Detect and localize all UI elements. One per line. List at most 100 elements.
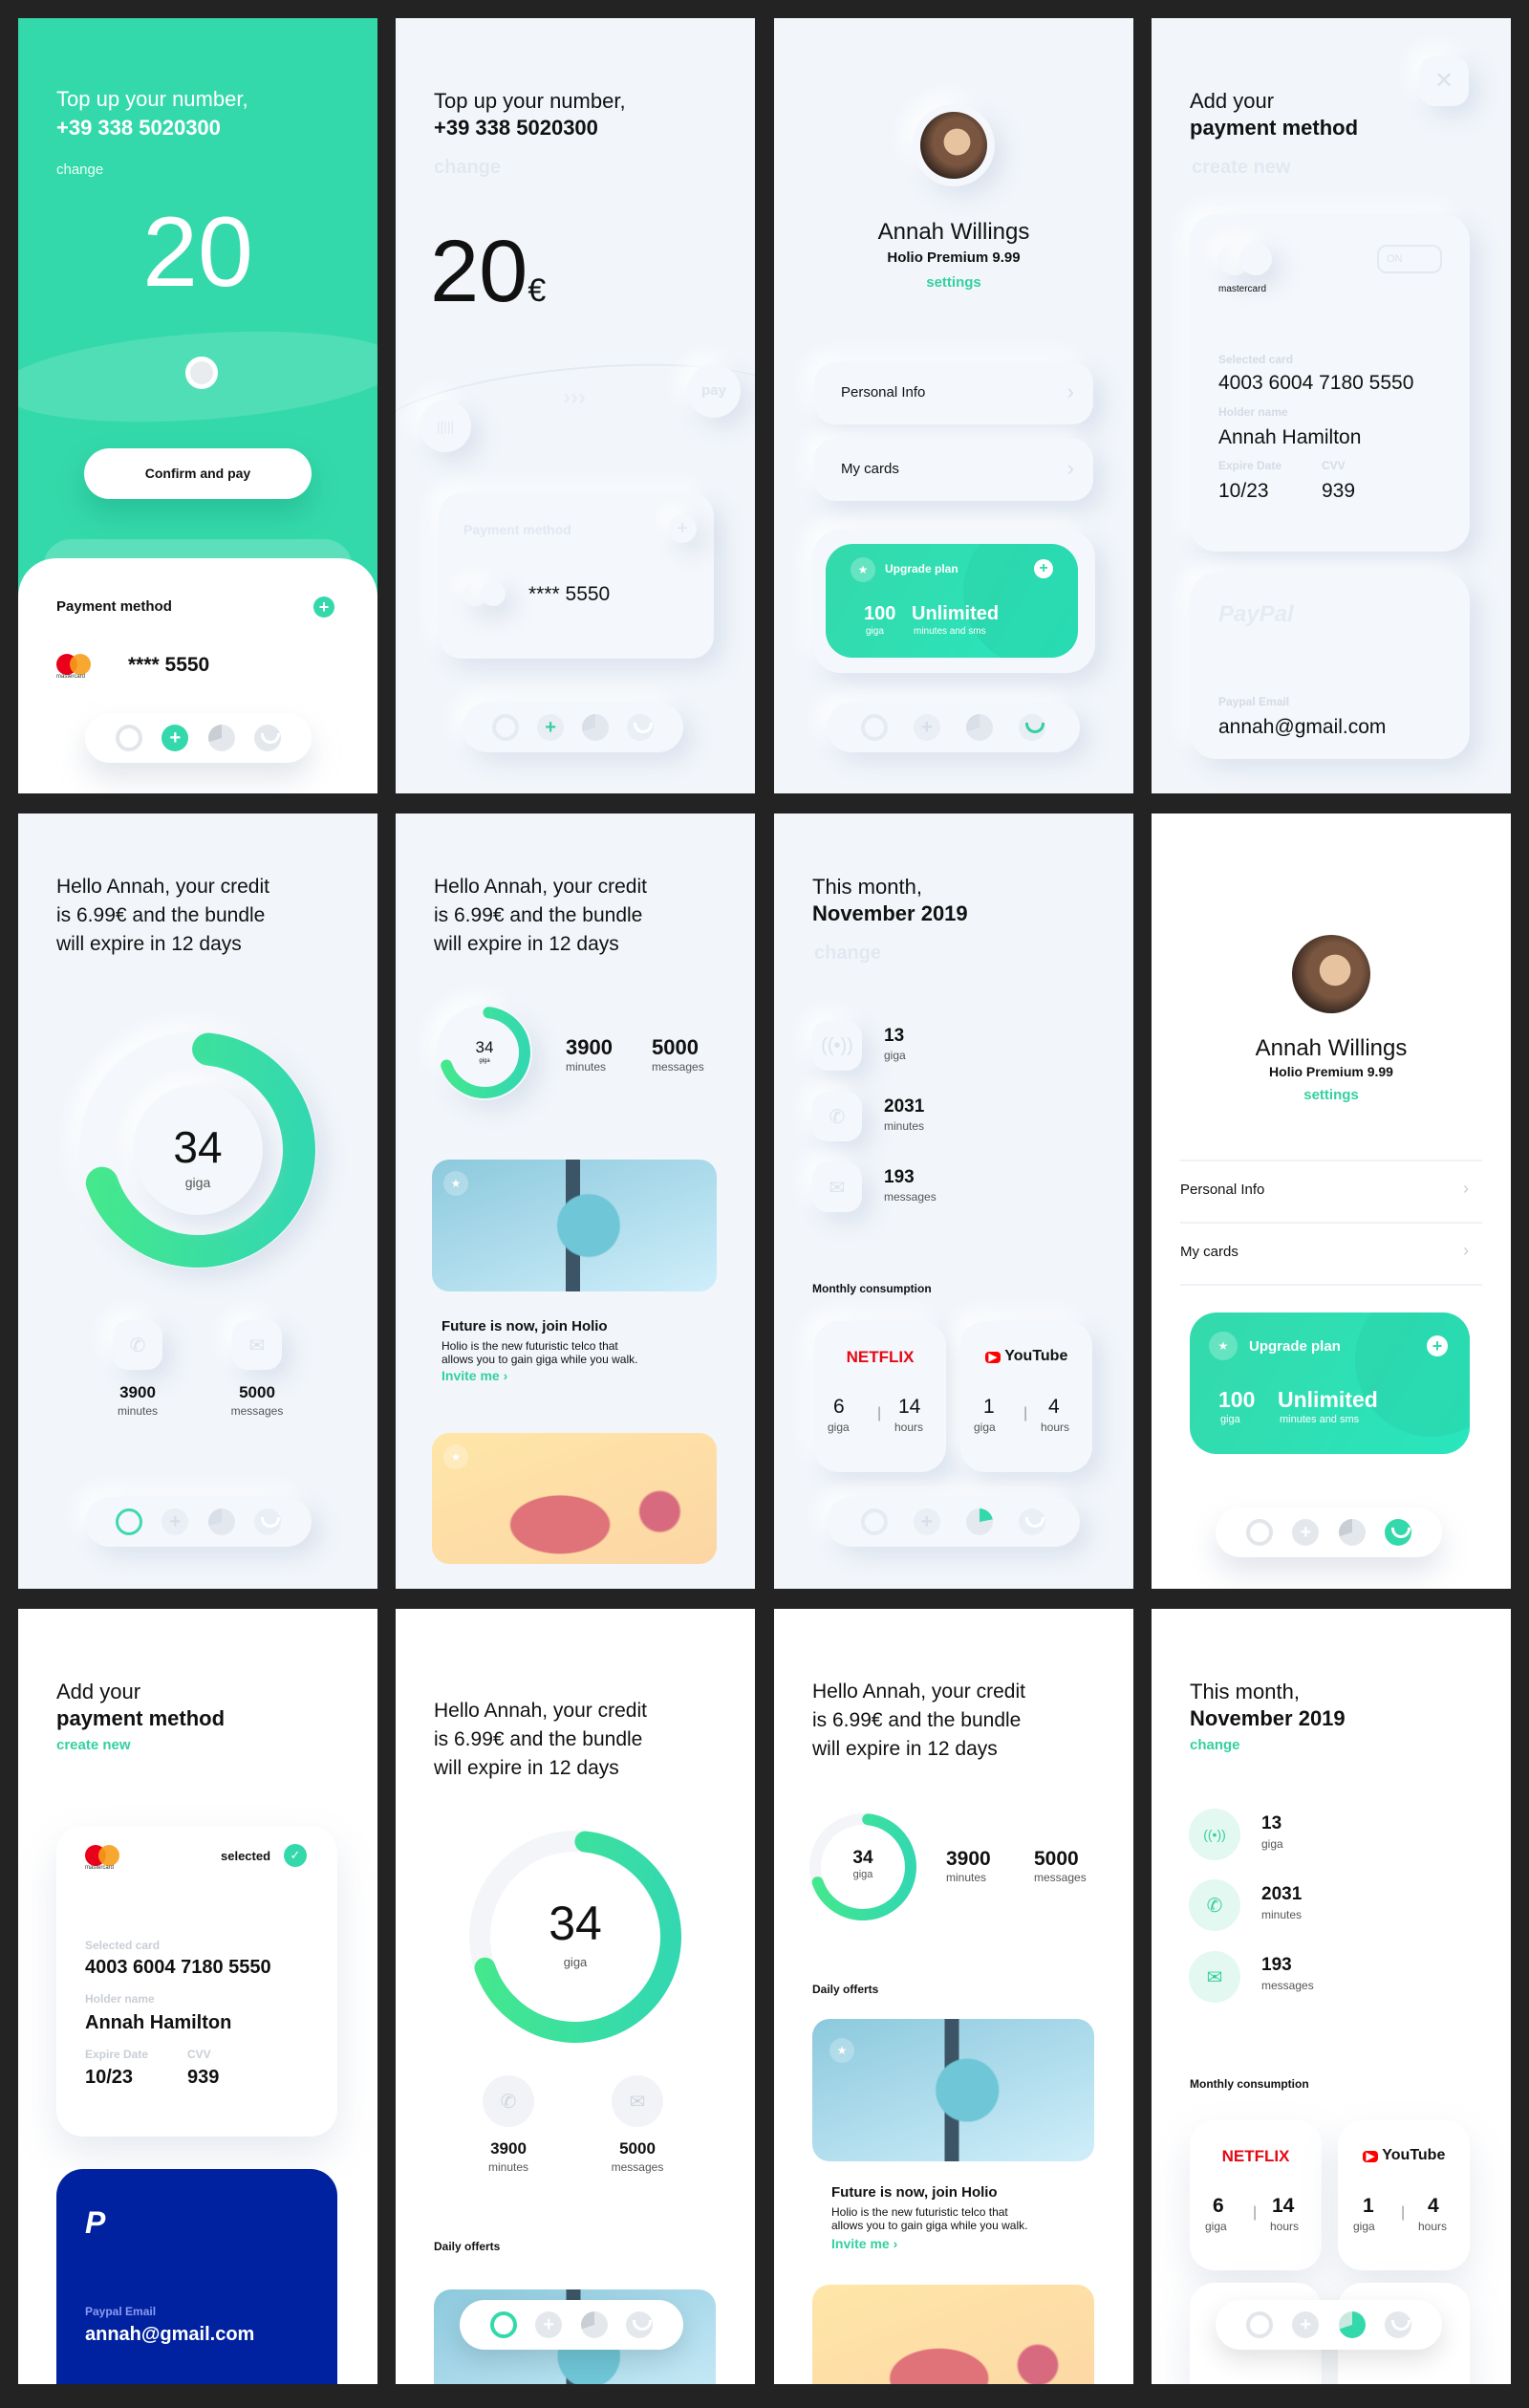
add-icon[interactable]: + — [1034, 559, 1053, 578]
nav-stats-icon[interactable] — [966, 1508, 994, 1535]
giga-label: giga — [184, 1175, 211, 1190]
nav-home-icon[interactable] — [860, 1508, 888, 1535]
credit-value: 6.99€ — [76, 904, 127, 926]
menu-item-my-cards[interactable]: My cards › — [1180, 1222, 1482, 1284]
nav-home-icon[interactable] — [489, 2311, 517, 2338]
mastercard-card[interactable]: mastercard selected ✓ Selected card 4003… — [56, 1826, 337, 2137]
offer-image[interactable]: ★ — [432, 1160, 717, 1291]
add-icon[interactable]: + — [1427, 1335, 1448, 1356]
nav-profile-icon[interactable] — [626, 2311, 654, 2338]
nav-home-icon[interactable] — [860, 714, 888, 741]
offer-image[interactable] — [812, 2285, 1094, 2384]
invite-me-link[interactable]: Invite me › — [441, 1368, 507, 1383]
menu-label: Personal Info — [841, 384, 926, 401]
star-icon: ★ — [1209, 1332, 1238, 1360]
messages-label: messages — [1034, 1871, 1087, 1884]
netflix-card[interactable]: NETFLIX 6 giga | 14 hours — [1190, 2120, 1322, 2270]
screen-home-offers-white: Hello Annah, your credit is 6.99€ and th… — [774, 1609, 1133, 2384]
upgrade-plan-card[interactable]: ★ Upgrade plan + 100 giga Unlimited minu… — [826, 544, 1078, 658]
offer-image[interactable]: ★ — [432, 1433, 717, 1564]
days-left: 12 days — [171, 933, 242, 955]
nav-profile-icon[interactable] — [1019, 714, 1046, 741]
nav-home-icon[interactable] — [116, 1508, 143, 1535]
nav-home-icon[interactable] — [1246, 1519, 1274, 1546]
nav-profile-icon[interactable] — [253, 725, 281, 751]
change-link[interactable]: change — [56, 162, 103, 178]
nav-stats-icon[interactable] — [1338, 1519, 1366, 1546]
netflix-logo: NETFLIX — [1221, 2147, 1290, 2165]
payment-title-light: Add your — [1190, 89, 1275, 113]
create-new-link[interactable]: create new — [56, 1737, 131, 1753]
paypal-card[interactable]: P Paypal Email annah@gmail.com — [56, 2169, 337, 2384]
messages-label: messages — [230, 1404, 284, 1418]
close-button[interactable]: ✕ — [1419, 56, 1469, 106]
signal-icon: ((•)) — [1189, 1809, 1240, 1860]
netflix-card[interactable]: NETFLIX 6 giga | 14 hours — [814, 1321, 946, 1472]
nav-stats-icon[interactable] — [207, 725, 235, 751]
avatar[interactable] — [920, 112, 987, 179]
youtube-card[interactable]: ▶ YouTube 1 giga | 4 hours — [1338, 2120, 1470, 2270]
add-payment-button[interactable]: + — [313, 597, 334, 618]
menu-item-personal-info[interactable]: Personal Info › — [814, 362, 1093, 424]
card-toggle[interactable]: ON — [1377, 245, 1442, 273]
nav-add-icon[interactable]: + — [913, 1508, 940, 1535]
screen-monthly-neumorphic: This month, November 2019 change ((•)) ✆… — [774, 814, 1133, 1589]
phone-number: +39 338 5020300 — [56, 116, 221, 140]
payment-title-bold: payment method — [56, 1706, 226, 1730]
selected-card-label: Selected card — [1218, 353, 1294, 366]
menu-item-my-cards[interactable]: My cards › — [814, 439, 1093, 501]
mastercard-card[interactable]: mastercard ON Selected card 4003 6004 71… — [1190, 214, 1470, 552]
upgrade-giga-value: 100 — [864, 603, 896, 624]
menu-item-personal-info[interactable]: Personal Info › — [1180, 1160, 1482, 1222]
offer-image[interactable]: ★ — [812, 2019, 1094, 2161]
menu-label: My cards — [841, 461, 899, 477]
phone-icon: ✆ — [812, 1092, 862, 1141]
greeting: Hello Annah, your credit is 6.99€ and th… — [434, 876, 647, 955]
nav-add-icon[interactable]: + — [1292, 2311, 1320, 2338]
offer-title: Future is now, join Holio — [831, 2184, 998, 2201]
paypal-card[interactable]: PayPal Paypal Email annah@gmail.com — [1190, 573, 1470, 759]
youtube-card[interactable]: ▶ YouTube 1 giga | 4 hours — [960, 1321, 1092, 1472]
change-link[interactable]: change — [814, 943, 881, 965]
settings-link[interactable]: settings — [774, 274, 1133, 291]
nav-add-icon[interactable]: + — [1292, 1519, 1320, 1546]
stat-label: giga — [1261, 1837, 1283, 1851]
nav-home-icon[interactable] — [1246, 2311, 1274, 2338]
change-link[interactable]: change — [1190, 1737, 1240, 1753]
change-link[interactable]: change — [434, 157, 501, 179]
nav-home-icon[interactable] — [116, 725, 143, 751]
settings-link[interactable]: settings — [1152, 1087, 1511, 1103]
slider-handle[interactable]: ||||| — [420, 401, 471, 452]
nav-home-icon[interactable] — [492, 714, 520, 741]
nav-profile-icon[interactable] — [1384, 2311, 1411, 2338]
nav-profile-icon[interactable] — [253, 1508, 281, 1535]
avatar[interactable] — [1292, 935, 1370, 1013]
pay-button[interactable]: pay — [687, 364, 741, 418]
nav-add-icon[interactable]: + — [537, 714, 565, 741]
nav-stats-icon[interactable] — [1338, 2311, 1366, 2338]
upgrade-plan-card[interactable]: ★ Upgrade plan + 100 giga Unlimited minu… — [1190, 1312, 1470, 1454]
amount-slider-handle[interactable] — [185, 357, 218, 389]
nav-add-icon[interactable]: + — [162, 1508, 189, 1535]
stat-label: messages — [1261, 1979, 1314, 1992]
nav-add-icon[interactable]: + — [162, 725, 189, 751]
nav-stats-icon[interactable] — [966, 714, 994, 741]
nav-profile-icon[interactable] — [626, 714, 654, 741]
nav-stats-icon[interactable] — [207, 1508, 235, 1535]
star-icon: ★ — [829, 2038, 854, 2063]
invite-me-link[interactable]: Invite me › — [831, 2236, 897, 2251]
nav-add-icon[interactable]: + — [535, 2311, 563, 2338]
confirm-and-pay-button[interactable]: Confirm and pay — [84, 448, 312, 499]
add-payment-button[interactable]: + — [668, 514, 697, 543]
minutes-label: minutes — [946, 1871, 987, 1884]
upgrade-unlimited: Unlimited — [912, 603, 1000, 624]
paypal-logo: P — [85, 2205, 106, 2240]
upgrade-unlimited-label: minutes and sms — [1280, 1414, 1360, 1425]
nav-profile-icon[interactable] — [1384, 1519, 1411, 1546]
nav-add-icon[interactable]: + — [913, 714, 940, 741]
nav-stats-icon[interactable] — [581, 714, 609, 741]
nav-stats-icon[interactable] — [580, 2311, 608, 2338]
nav-profile-icon[interactable] — [1019, 1508, 1046, 1535]
expire-date: 10/23 — [85, 2067, 134, 2088]
create-new-link[interactable]: create new — [1192, 157, 1290, 179]
